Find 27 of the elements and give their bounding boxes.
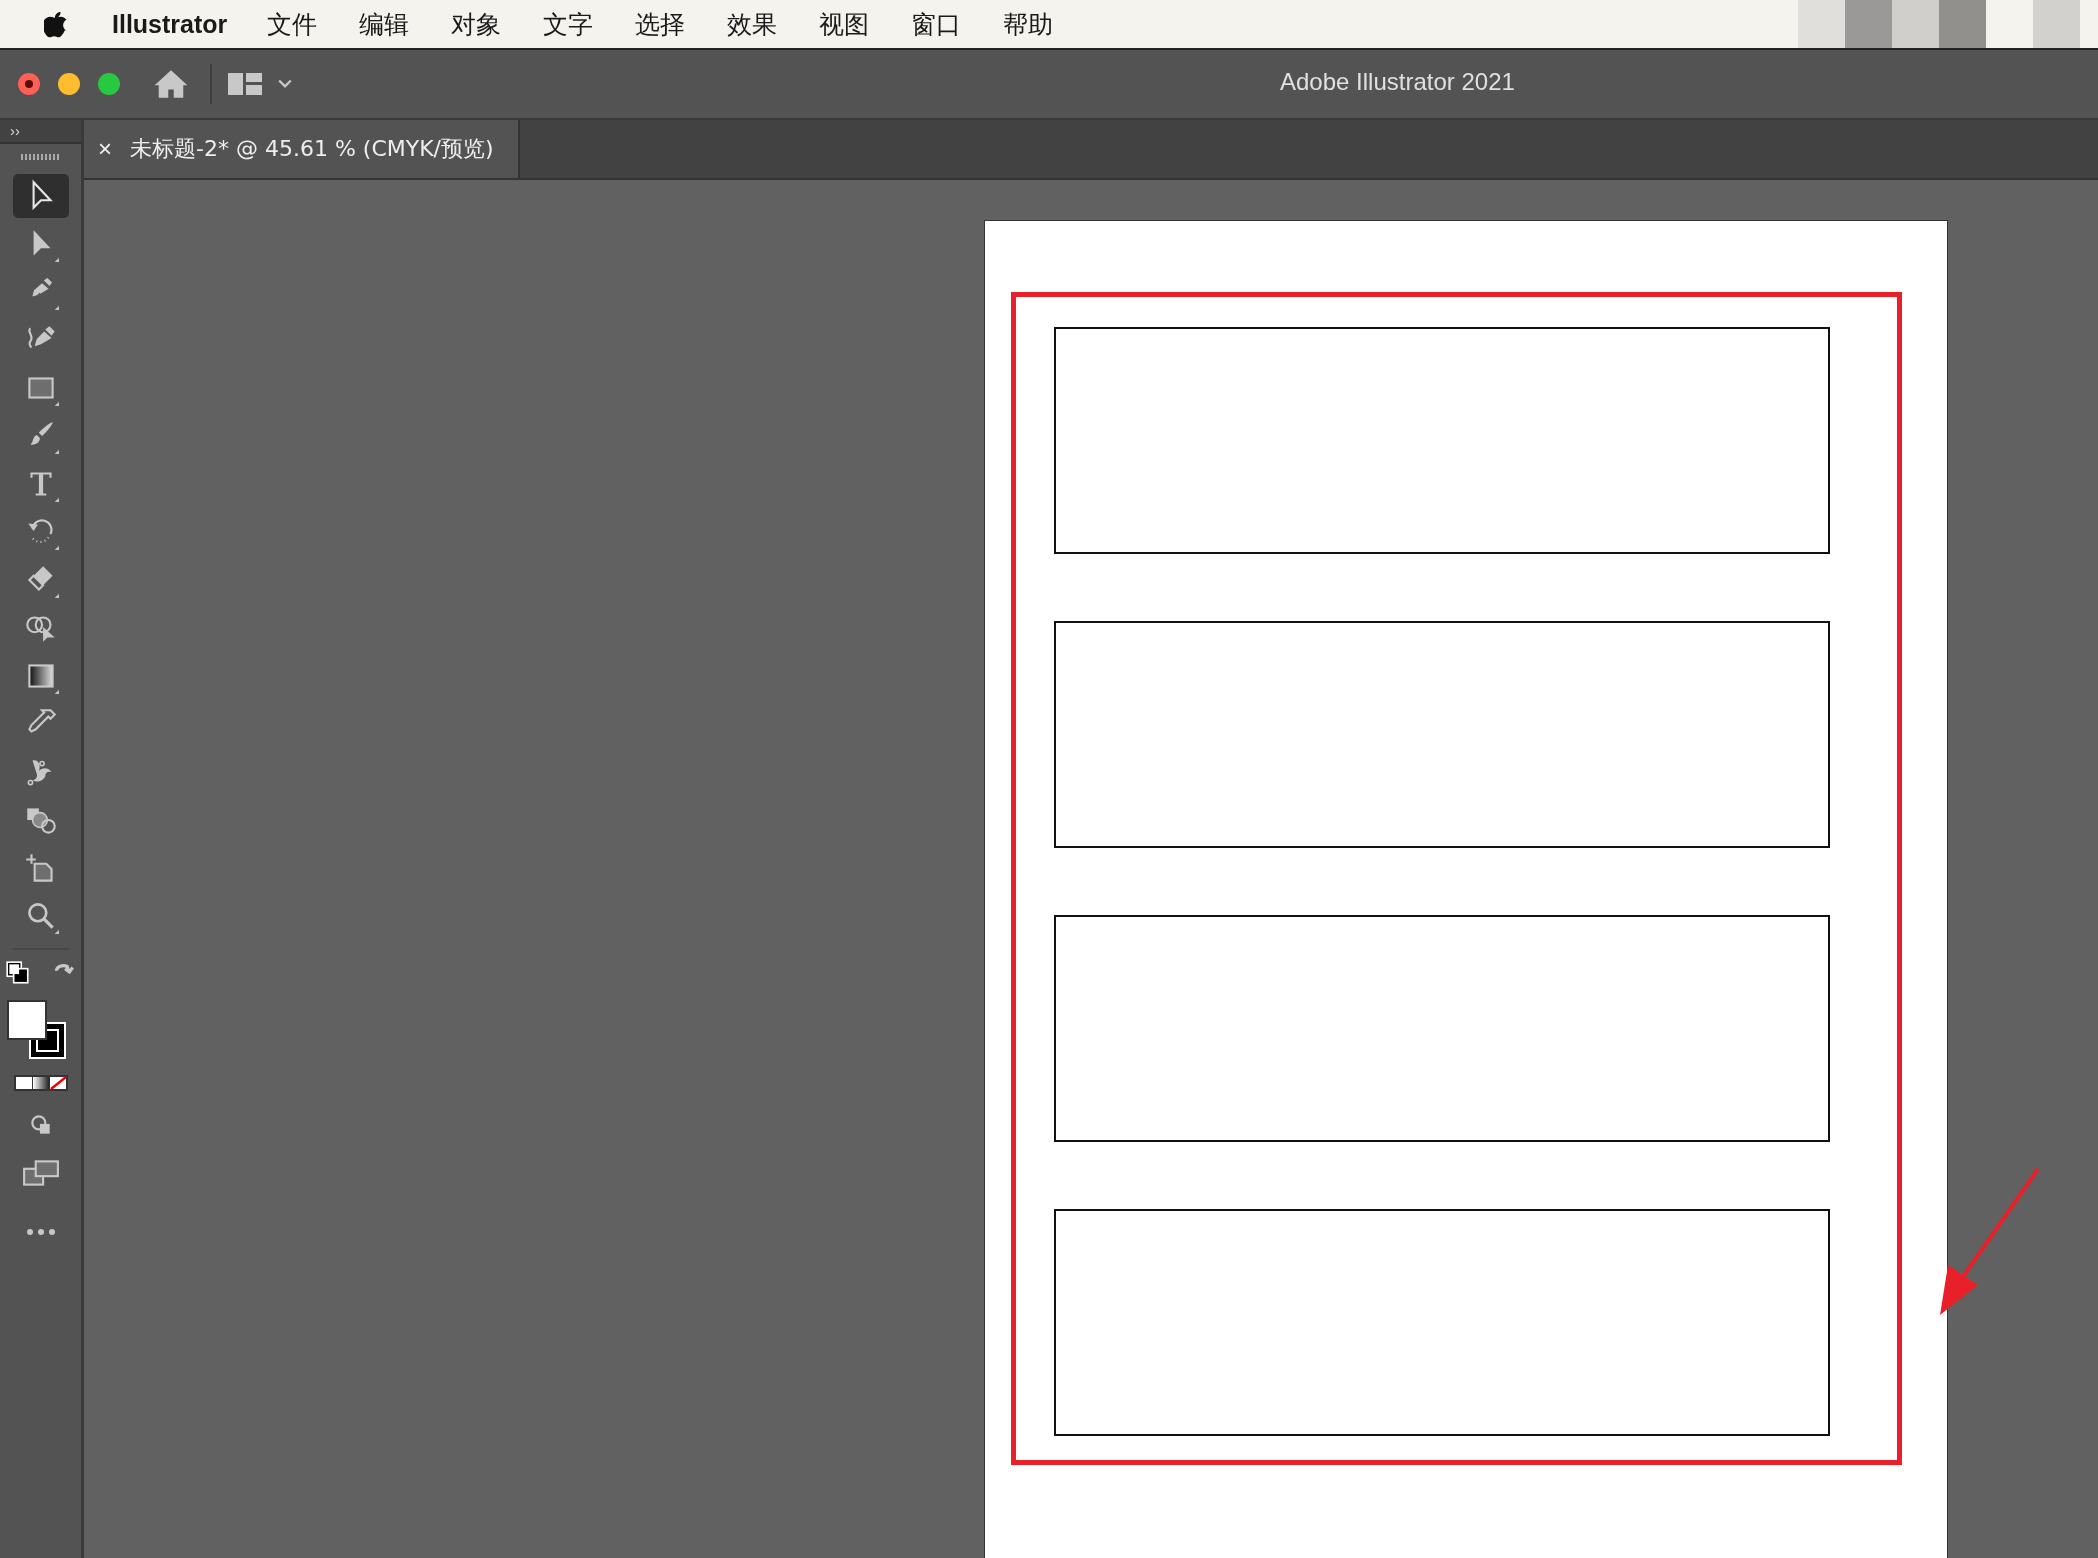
collapse-button[interactable]: ›› (10, 123, 20, 139)
screen-mode-icon[interactable] (21, 1158, 60, 1188)
color-mode-icon[interactable] (12, 1074, 69, 1092)
menu-item[interactable]: 对象 (451, 7, 502, 41)
fill-stroke-swatches[interactable] (6, 1000, 67, 1060)
minimize-window-button[interactable] (58, 73, 80, 95)
default-colors-icon[interactable] (4, 960, 31, 986)
menu-item[interactable]: 窗口 (911, 7, 962, 41)
menu-item[interactable]: 选择 (635, 7, 686, 41)
menu-item[interactable]: 帮助 (1003, 7, 1054, 41)
menu-item[interactable]: 文件 (267, 7, 318, 41)
chevron-down-icon[interactable] (278, 79, 292, 89)
menu-item[interactable]: 效果 (727, 7, 778, 41)
menu-item[interactable]: 文字 (543, 7, 594, 41)
menu-item[interactable]: 编辑 (359, 7, 410, 41)
app-menu[interactable]: Illustrator (112, 9, 228, 39)
tool-button[interactable] (12, 174, 69, 218)
document-tab[interactable]: × 未标题-2* @ 45.61 % (CMYK/预览) (84, 120, 520, 178)
menu-item[interactable]: 视图 (819, 7, 870, 41)
apple-logo-icon[interactable] (44, 10, 68, 38)
close-tab-button[interactable]: × (98, 135, 112, 163)
close-window-button[interactable] (18, 73, 40, 95)
more-tools-icon[interactable] (25, 1228, 56, 1236)
home-icon[interactable] (154, 69, 188, 99)
window-title: Adobe Illustrator 2021 (1280, 68, 1515, 96)
workspace-layout-icon[interactable] (228, 73, 262, 95)
zoom-window-button[interactable] (98, 73, 120, 95)
